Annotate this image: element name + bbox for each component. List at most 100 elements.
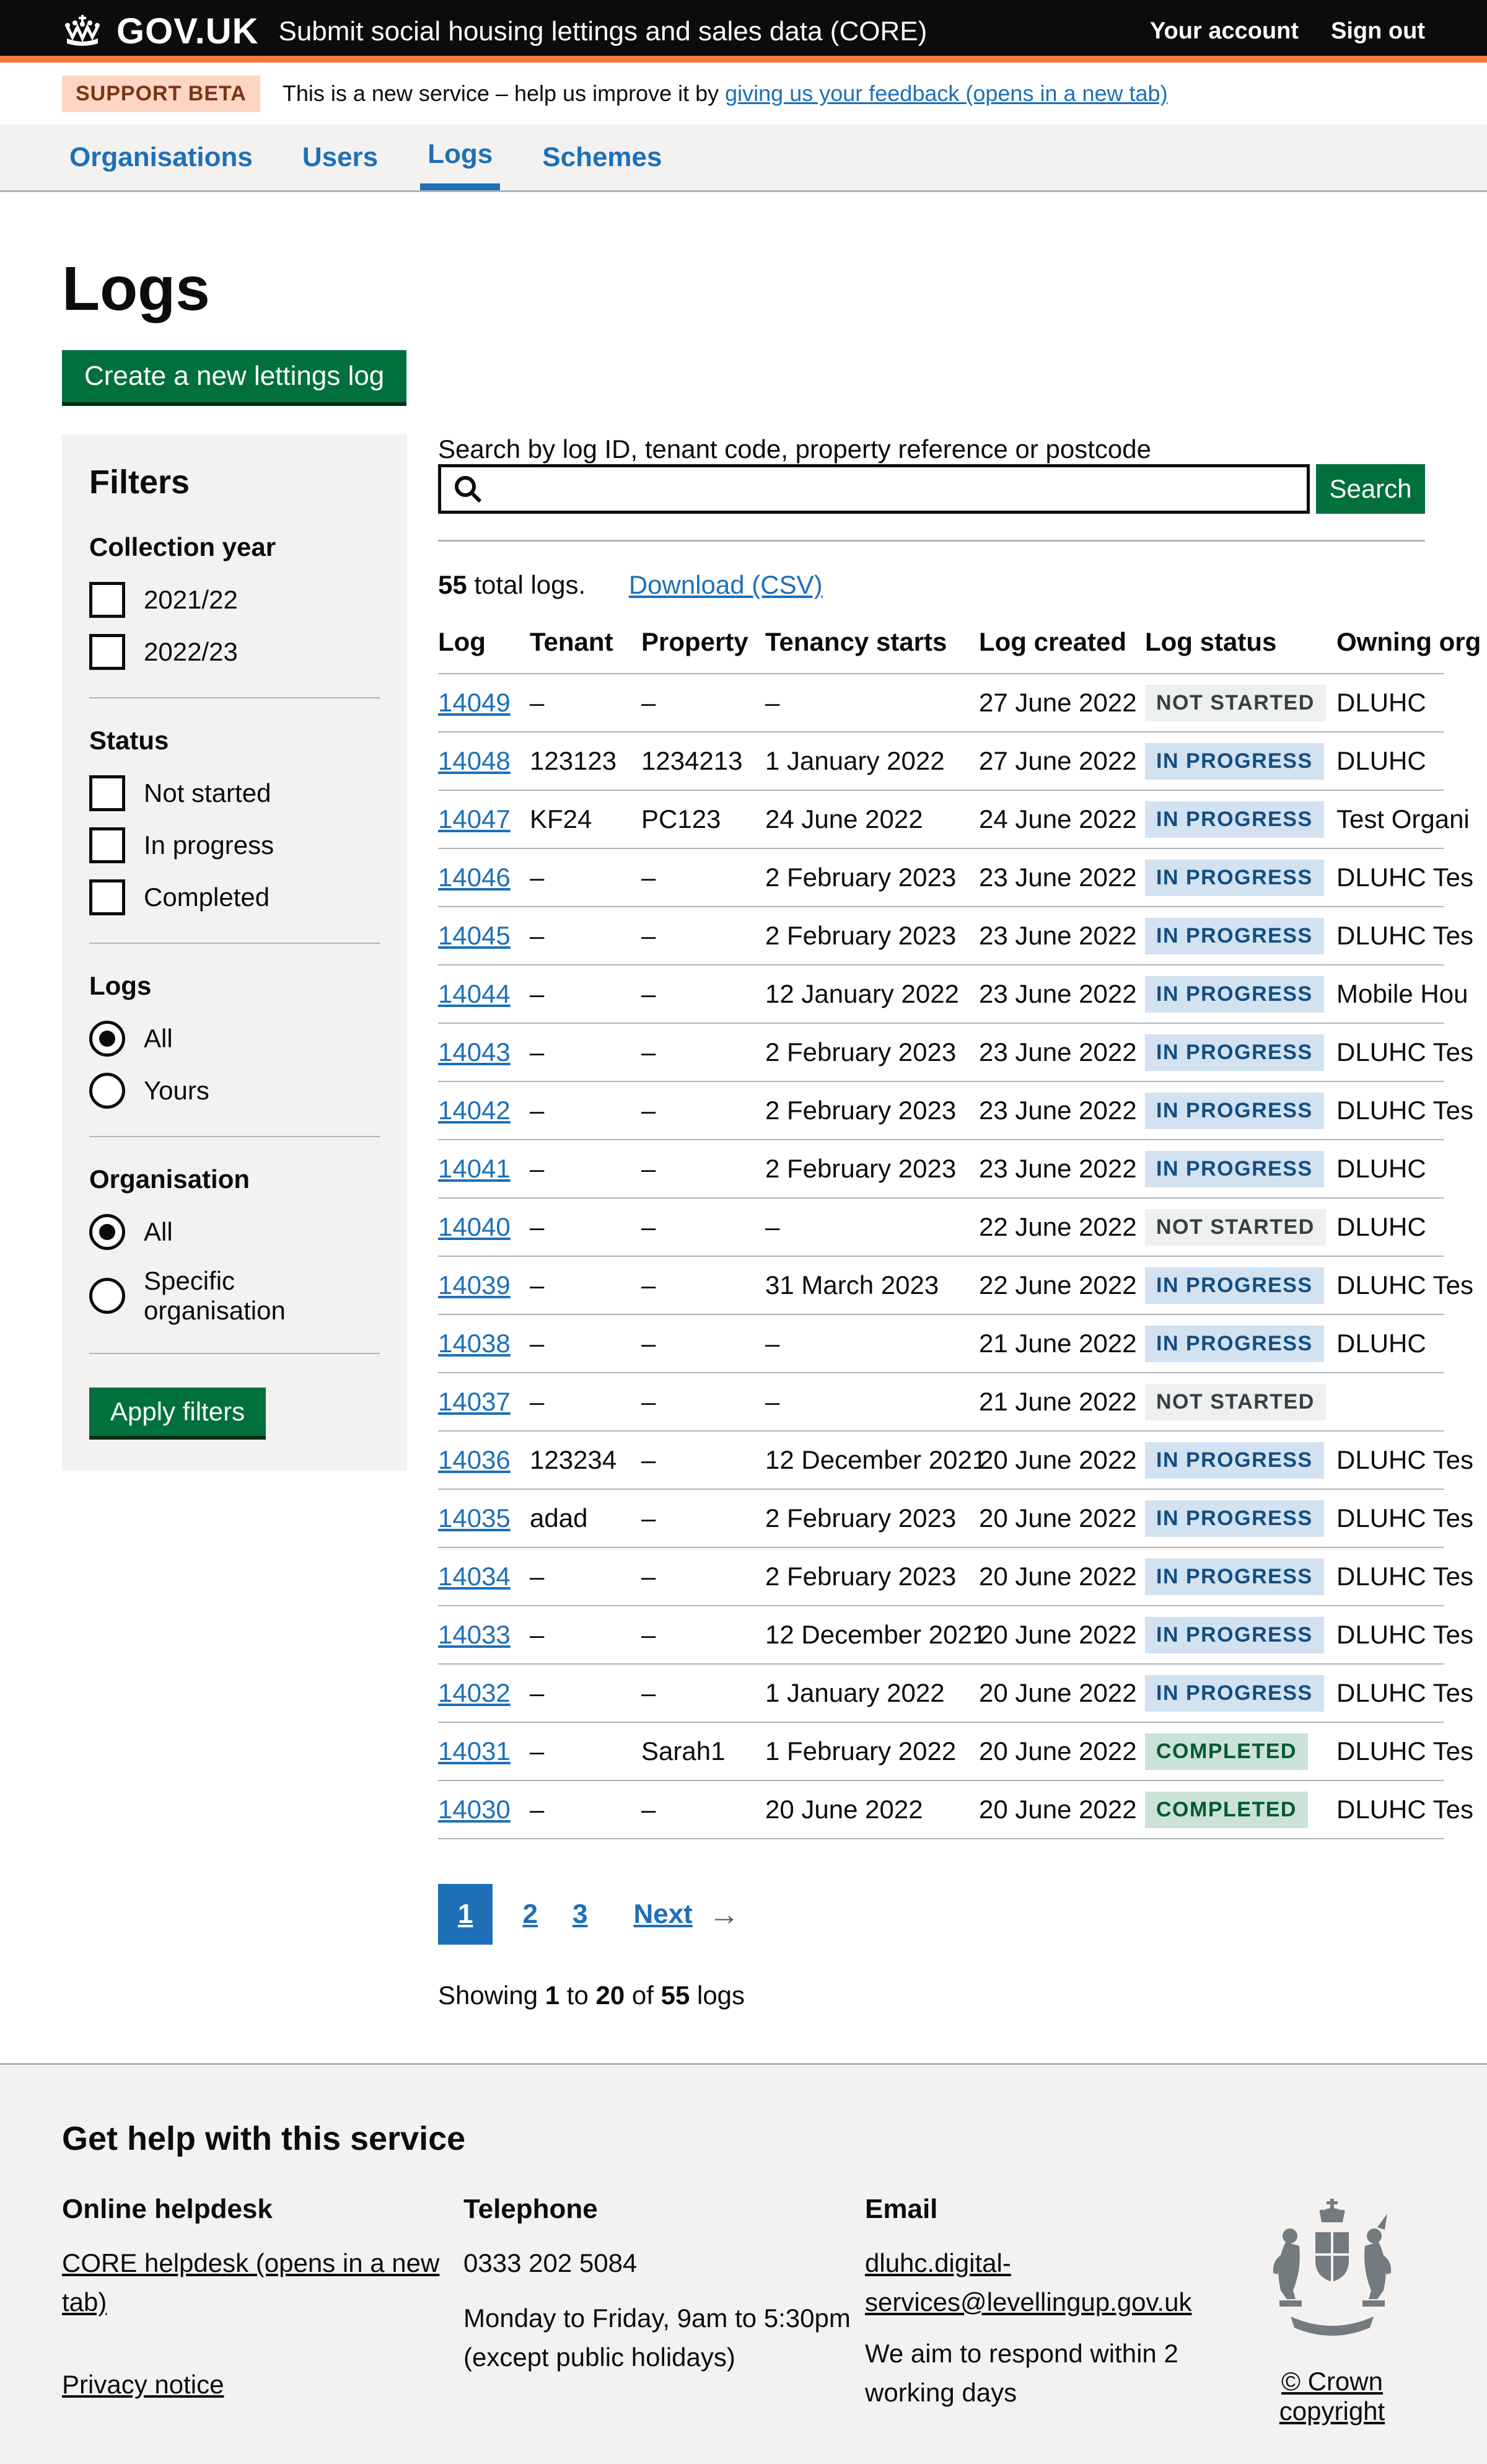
footer-telephone-column: Telephone 0333 202 5084 Monday to Friday… (463, 2194, 865, 2412)
checkbox-completed[interactable] (89, 879, 125, 915)
email-link[interactable]: dluhc.digital-services@levellingup.gov.u… (865, 2248, 1191, 2317)
checkbox-in-progress[interactable] (89, 827, 125, 863)
feedback-link[interactable]: giving us your feedback (opens in a new … (725, 81, 1167, 106)
cell-log-status: IN PROGRESS (1145, 1140, 1336, 1198)
status-badge: IN PROGRESS (1145, 1034, 1324, 1071)
radio-logs-all-label[interactable]: All (144, 1024, 173, 1054)
log-id-link[interactable]: 14045 (438, 921, 511, 950)
filters-panel: Filters Collection year 2021/22 2022/23 … (62, 434, 407, 1471)
radio-organisation-specific-label[interactable]: Specific organisation (144, 1266, 380, 1326)
radio-organisation-all-label[interactable]: All (144, 1217, 173, 1247)
checkbox-2021-22[interactable] (89, 582, 125, 618)
log-id-link[interactable]: 14037 (438, 1387, 511, 1416)
log-id-link[interactable]: 14047 (438, 804, 511, 834)
crown-copyright-link[interactable]: © Crown copyright (1239, 2367, 1425, 2426)
cell-owning-org: DLUHC Tes (1336, 848, 1444, 907)
log-id-link[interactable]: 14039 (438, 1270, 511, 1300)
cell-log-created: 20 June 2022 (979, 1664, 1145, 1722)
checkbox-completed-label[interactable]: Completed (144, 882, 270, 912)
results-divider (438, 540, 1425, 542)
pagination-next-link[interactable]: Next (633, 1899, 692, 1930)
your-account-link[interactable]: Your account (1150, 18, 1299, 45)
cell-tenant: – (530, 907, 641, 965)
nav-tab-users[interactable]: Users (295, 125, 385, 190)
cell-log-status: NOT STARTED (1145, 1373, 1336, 1431)
cell-property: Sarah1 (641, 1722, 765, 1780)
core-helpdesk-link[interactable]: CORE helpdesk (opens in a new tab) (62, 2248, 439, 2317)
cell-property: – (641, 907, 765, 965)
cell-tenant: – (530, 1664, 641, 1722)
cell-property: – (641, 1606, 765, 1664)
pagination-page-1[interactable]: 1 (438, 1884, 493, 1945)
cell-owning-org: Mobile Hou (1336, 965, 1444, 1023)
cell-property: – (641, 1664, 765, 1722)
cell-tenancy-starts: – (765, 674, 979, 732)
cell-log-status: COMPLETED (1145, 1722, 1336, 1780)
log-id-link[interactable]: 14038 (438, 1329, 511, 1358)
checkbox-in-progress-label[interactable]: In progress (144, 830, 274, 860)
filter-divider (89, 943, 380, 944)
log-id-link[interactable]: 14049 (438, 688, 511, 717)
log-id-link[interactable]: 14048 (438, 746, 511, 775)
sign-out-link[interactable]: Sign out (1331, 18, 1425, 45)
radio-organisation-all[interactable] (89, 1214, 125, 1250)
service-name-link[interactable]: Submit social housing lettings and sales… (278, 16, 927, 47)
showing-of: of (625, 1981, 660, 2010)
pagination-page-3[interactable]: 3 (572, 1899, 587, 1930)
apply-filters-button[interactable]: Apply filters (89, 1388, 266, 1436)
cell-tenancy-starts: 2 February 2023 (765, 1023, 979, 1081)
cell-tenancy-starts: 2 February 2023 (765, 1081, 979, 1140)
log-id-link[interactable]: 14043 (438, 1037, 511, 1067)
cell-tenant: – (530, 1023, 641, 1081)
phase-banner-text: This is a new service – help us improve … (283, 81, 1168, 107)
checkbox-2021-22-label[interactable]: 2021/22 (144, 585, 238, 615)
cell-property: – (641, 1780, 765, 1839)
log-id-link[interactable]: 14036 (438, 1445, 511, 1474)
log-id-link[interactable]: 14034 (438, 1562, 511, 1591)
log-id-link[interactable]: 14030 (438, 1795, 511, 1824)
checkbox-not-started-label[interactable]: Not started (144, 778, 271, 808)
create-lettings-log-button[interactable]: Create a new lettings log (62, 350, 406, 402)
radio-logs-yours[interactable] (89, 1073, 125, 1109)
search-input[interactable] (438, 464, 1310, 514)
primary-navigation: Organisations Users Logs Schemes (0, 125, 1487, 192)
nav-tab-organisations[interactable]: Organisations (62, 125, 260, 190)
cell-tenancy-starts: – (765, 1314, 979, 1373)
download-csv-link[interactable]: Download (CSV) (629, 570, 823, 599)
log-id-link[interactable]: 14041 (438, 1154, 511, 1183)
pagination-page-2[interactable]: 2 (522, 1899, 537, 1930)
radio-organisation-specific[interactable] (89, 1278, 125, 1314)
cell-log-status: IN PROGRESS (1145, 1023, 1336, 1081)
filter-group-status: Status Not started In progress Completed (89, 726, 380, 915)
nav-tab-logs[interactable]: Logs (420, 125, 500, 190)
status-badge: IN PROGRESS (1145, 860, 1324, 896)
log-id-link[interactable]: 14031 (438, 1736, 511, 1766)
radio-logs-all[interactable] (89, 1021, 125, 1057)
cell-tenancy-starts: 2 February 2023 (765, 1140, 979, 1198)
log-id-link[interactable]: 14040 (438, 1212, 511, 1241)
cell-property: – (641, 1198, 765, 1256)
cell-property: – (641, 1489, 765, 1547)
privacy-notice-link[interactable]: Privacy notice (62, 2370, 224, 2399)
log-id-link[interactable]: 14044 (438, 979, 511, 1008)
cell-owning-org: DLUHC (1336, 732, 1444, 790)
govuk-home-link[interactable]: GOV.UK (62, 11, 258, 52)
organisation-filter-label: Organisation (89, 1164, 380, 1194)
nav-tab-schemes[interactable]: Schemes (535, 125, 669, 190)
checkbox-2022-23[interactable] (89, 634, 125, 670)
checkbox-not-started[interactable] (89, 775, 125, 811)
cell-owning-org: DLUHC Tes (1336, 907, 1444, 965)
log-id-link[interactable]: 14033 (438, 1620, 511, 1649)
log-id-link[interactable]: 14042 (438, 1096, 511, 1125)
phase-banner: SUPPORT BETA This is a new service – hel… (0, 63, 1487, 125)
checkbox-2022-23-label[interactable]: 2022/23 (144, 637, 238, 667)
cell-log-created: 20 June 2022 (979, 1489, 1145, 1547)
search-button[interactable]: Search (1316, 464, 1425, 514)
cell-log-created: 23 June 2022 (979, 907, 1145, 965)
radio-logs-yours-label[interactable]: Yours (144, 1076, 209, 1106)
cell-tenant: – (530, 965, 641, 1023)
log-id-link[interactable]: 14032 (438, 1678, 511, 1707)
log-id-link[interactable]: 14046 (438, 863, 511, 892)
log-id-link[interactable]: 14035 (438, 1503, 511, 1533)
status-badge: IN PROGRESS (1145, 1326, 1324, 1362)
